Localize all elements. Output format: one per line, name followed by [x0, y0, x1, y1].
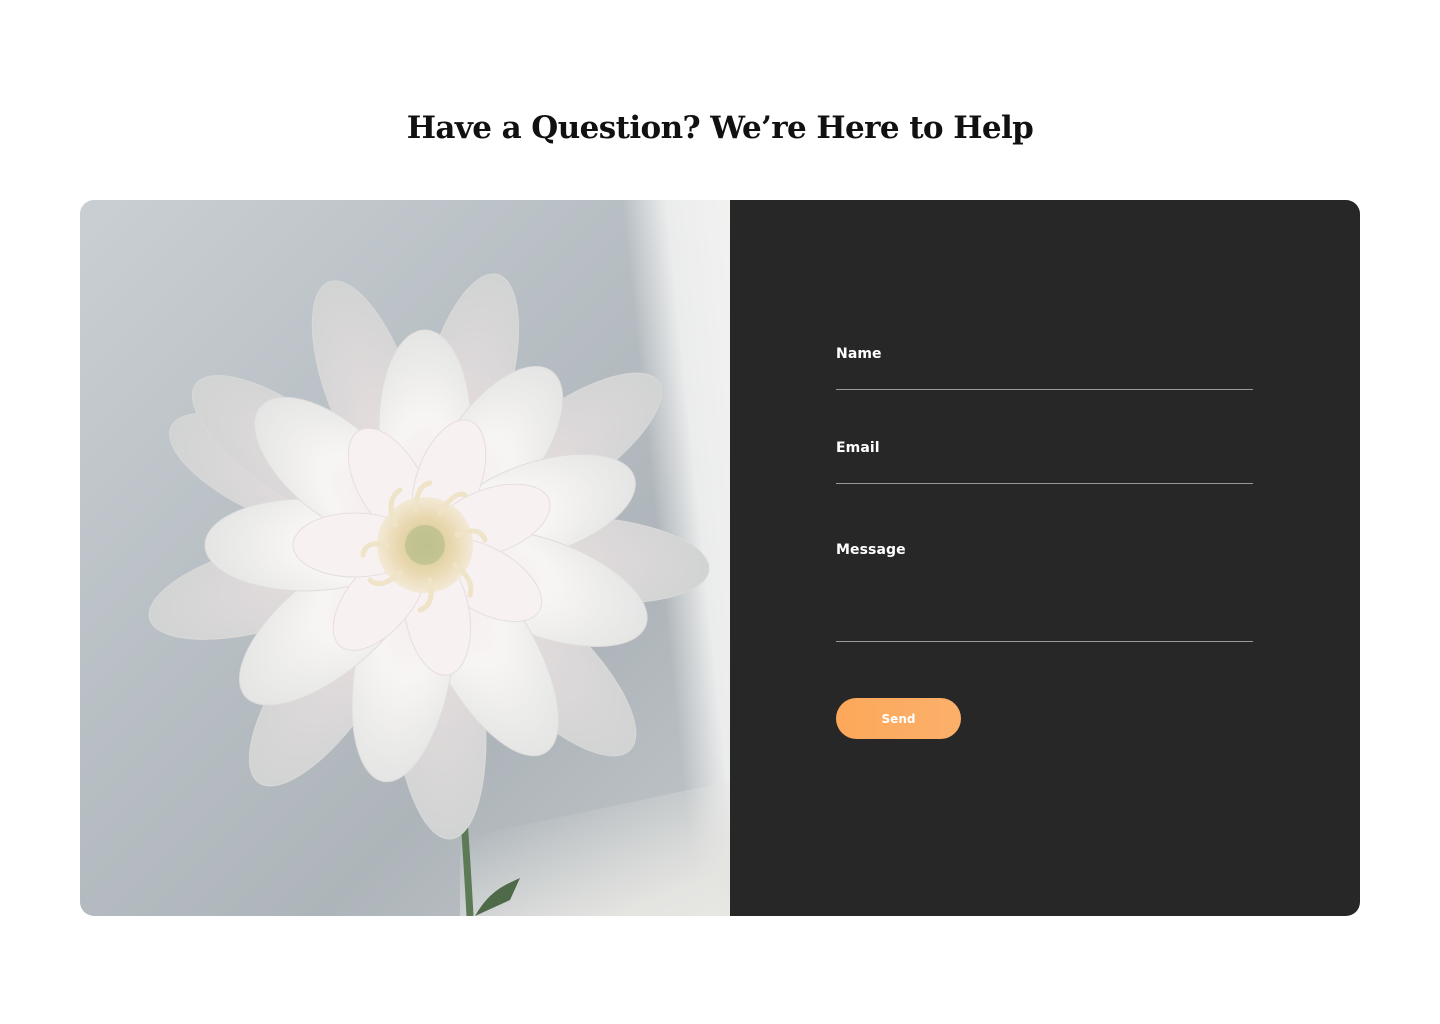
email-label: Email	[836, 440, 880, 456]
contact-form: Name Email Message Send	[730, 200, 1360, 916]
name-label: Name	[836, 346, 882, 362]
message-field-group: Message	[836, 542, 1253, 642]
page-title: Have a Question? We’re Here to Help	[406, 110, 1034, 146]
contact-card: Name Email Message Send	[80, 200, 1360, 916]
name-field-group: Name	[836, 346, 1253, 390]
white-flower-photo	[80, 200, 730, 916]
flower-illustration	[148, 273, 710, 916]
message-textarea[interactable]	[836, 562, 1253, 636]
message-label: Message	[836, 542, 906, 558]
send-button[interactable]: Send	[836, 698, 961, 739]
email-input[interactable]	[836, 458, 1253, 482]
email-field-group: Email	[836, 440, 1253, 484]
name-input[interactable]	[836, 364, 1253, 388]
